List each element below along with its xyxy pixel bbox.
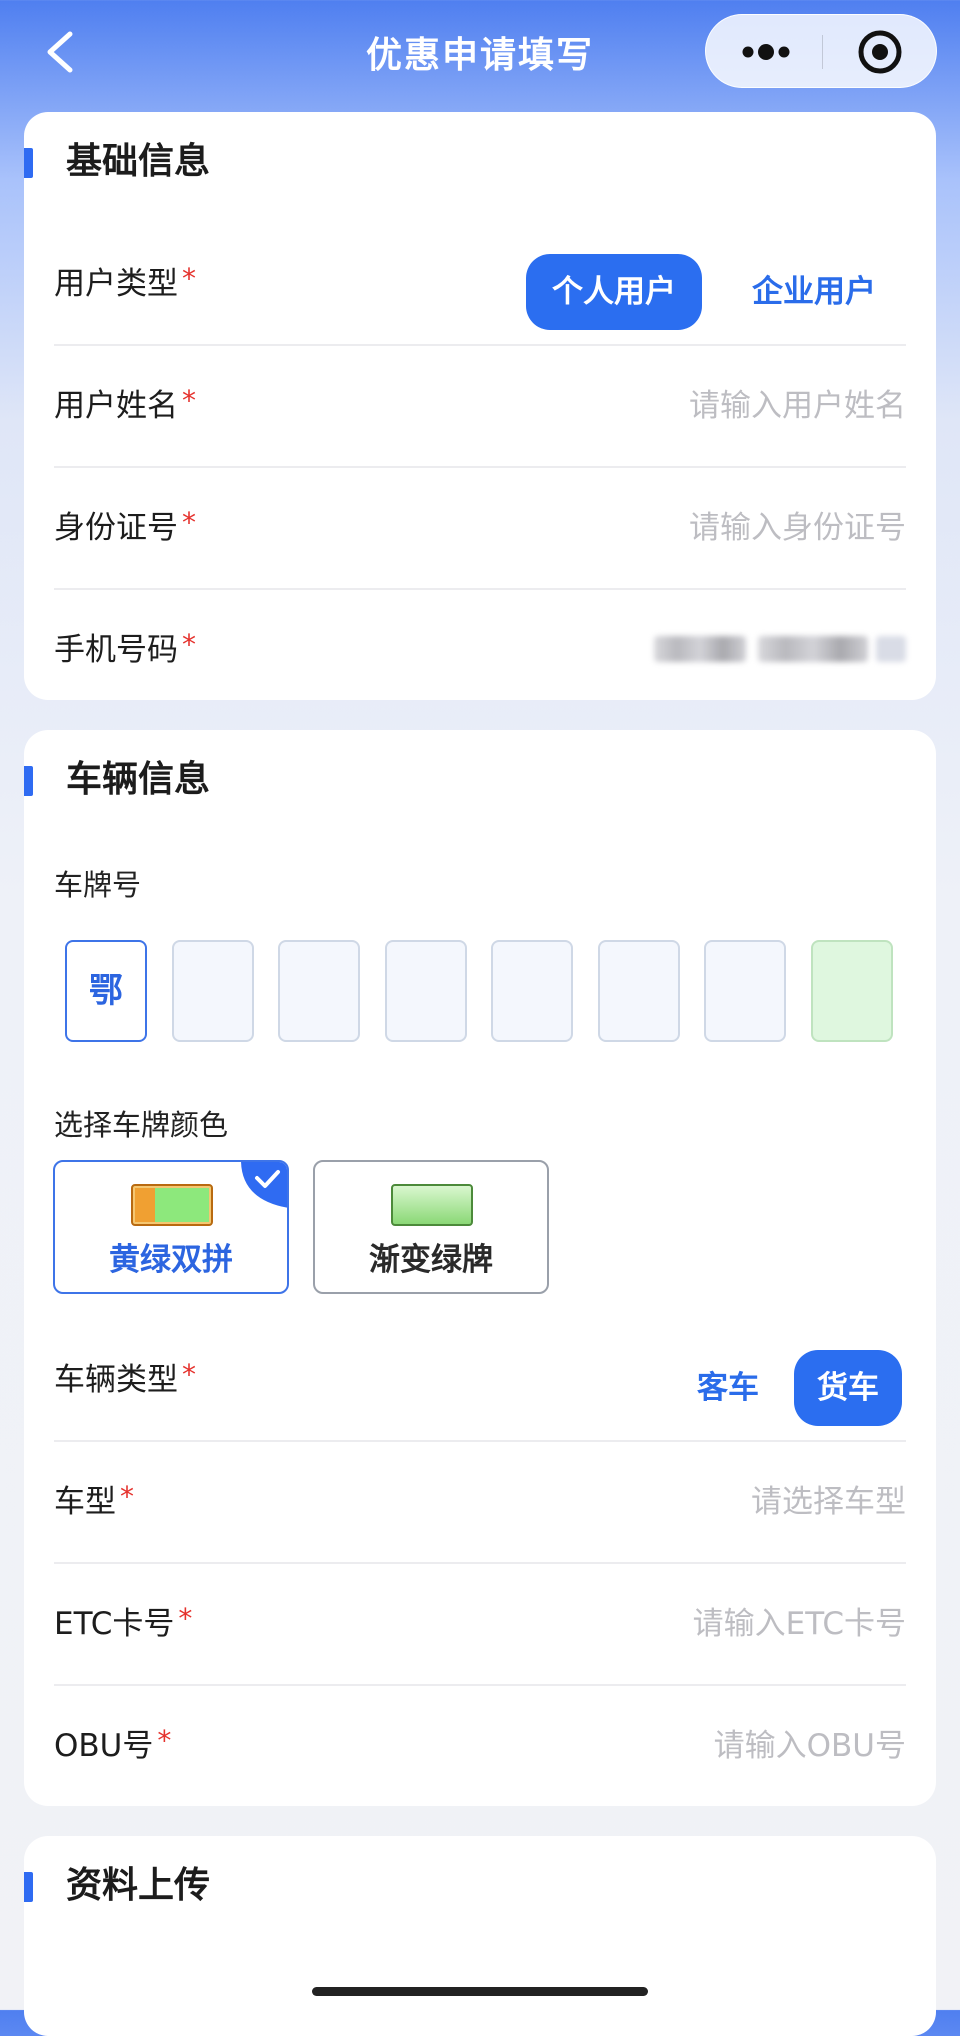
- yellow-green-plate-swatch: [131, 1184, 213, 1226]
- close-mini-program-button[interactable]: [823, 15, 938, 89]
- plate-char-box[interactable]: [704, 940, 786, 1042]
- vehicle-info-card: 车辆信息 车牌号 鄂 选择车牌颜色 黄绿双拼 渐变绿牌 车辆类型 * 客车 货车 …: [24, 730, 936, 1806]
- required-mark: *: [157, 1724, 172, 1757]
- required-mark: *: [120, 1480, 134, 1513]
- required-mark: *: [182, 262, 196, 295]
- mini-program-capsule: [705, 14, 937, 88]
- obu-label: OBU号 *: [54, 1724, 172, 1764]
- plate-char-box[interactable]: [491, 940, 573, 1042]
- user-name-input[interactable]: [466, 382, 906, 430]
- top-nav-bar: 优惠申请填写: [0, 0, 960, 108]
- required-mark: *: [178, 1602, 193, 1635]
- plate-province-box[interactable]: 鄂: [65, 940, 147, 1042]
- model-row: 车型 *: [54, 1442, 906, 1564]
- plate-char-box[interactable]: [278, 940, 360, 1042]
- user-type-row: 用户类型 * 个人用户 企业用户: [54, 224, 906, 346]
- basic-info-card: 基础信息 用户类型* 个人用户 企业用户 用户姓名* 身份证号* 手机号码*: [24, 112, 936, 700]
- required-mark: *: [182, 628, 196, 661]
- etc-card-label: ETC卡号 *: [54, 1602, 193, 1642]
- obu-input[interactable]: [466, 1722, 906, 1770]
- phone-row: 手机号码 *: [54, 590, 906, 712]
- model-label: 车型 *: [54, 1480, 134, 1520]
- home-indicator: [312, 1987, 648, 1996]
- user-type-label: 用户类型 *: [54, 262, 196, 302]
- more-dots-icon: [742, 44, 790, 60]
- phone-label: 手机号码 *: [54, 628, 196, 668]
- etc-card-input[interactable]: [466, 1600, 906, 1648]
- vehicle-type-segment: 客车 货车: [680, 1350, 906, 1426]
- id-number-row: 身份证号 *: [54, 468, 906, 590]
- user-name-label: 用户姓名 *: [54, 384, 196, 424]
- vehicle-type-row: 车辆类型 * 客车 货车: [54, 1320, 906, 1442]
- checkmark-icon: [241, 1162, 287, 1208]
- more-button[interactable]: [706, 15, 822, 89]
- etc-card-row: ETC卡号 *: [54, 1564, 906, 1686]
- id-number-input[interactable]: [466, 504, 906, 552]
- plate-color-option-label: 渐变绿牌: [369, 1242, 493, 1278]
- user-type-option-enterprise[interactable]: 企业用户: [722, 254, 906, 330]
- plate-new-energy-box[interactable]: [811, 940, 893, 1042]
- plate-color-option-gradient-green[interactable]: 渐变绿牌: [313, 1160, 549, 1294]
- plate-char-box[interactable]: [598, 940, 680, 1042]
- model-select[interactable]: [466, 1478, 906, 1526]
- plate-char-box[interactable]: [385, 940, 467, 1042]
- user-name-row: 用户姓名 *: [54, 346, 906, 468]
- target-circle-icon: [858, 30, 902, 74]
- user-type-option-personal[interactable]: 个人用户: [526, 254, 702, 330]
- plate-number-label: 车牌号: [54, 868, 142, 902]
- required-mark: *: [182, 384, 196, 417]
- required-mark: *: [182, 1358, 196, 1391]
- section-title-vehicle: 车辆信息: [24, 754, 210, 806]
- id-number-label: 身份证号 *: [54, 506, 196, 546]
- section-title-upload: 资料上传: [24, 1860, 210, 1912]
- obu-row: OBU号 *: [54, 1686, 906, 1808]
- plate-char-box[interactable]: [172, 940, 254, 1042]
- user-type-segment: 个人用户 企业用户: [526, 254, 906, 330]
- plate-color-label: 选择车牌颜色: [54, 1108, 229, 1142]
- plate-color-option-yellow-green[interactable]: 黄绿双拼: [53, 1160, 289, 1294]
- required-mark: *: [182, 506, 196, 539]
- section-title-basic: 基础信息: [24, 136, 210, 188]
- vehicle-type-option-bus[interactable]: 客车: [680, 1350, 776, 1426]
- gradient-green-plate-swatch: [391, 1184, 473, 1226]
- vehicle-type-label: 车辆类型 *: [54, 1358, 196, 1398]
- upload-card: 资料上传: [24, 1836, 936, 2036]
- vehicle-type-option-truck[interactable]: 货车: [794, 1350, 902, 1426]
- plate-color-option-label: 黄绿双拼: [109, 1242, 233, 1278]
- phone-number-blurred[interactable]: [654, 632, 906, 668]
